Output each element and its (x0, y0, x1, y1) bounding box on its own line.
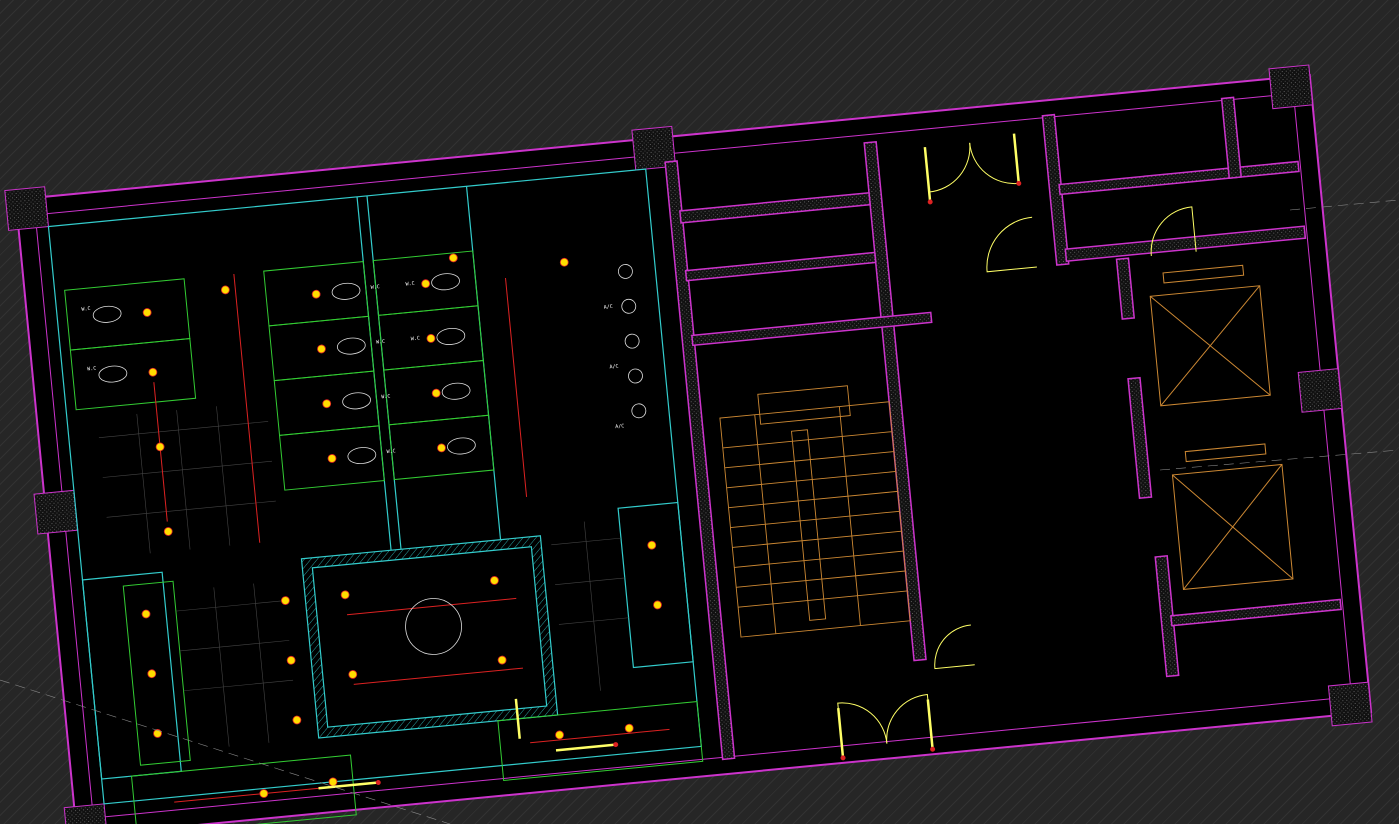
fixture-tag: W.C (405, 281, 415, 288)
column (33, 489, 79, 535)
fixture-tag: W.C (376, 339, 386, 346)
column (63, 803, 109, 824)
column (1297, 368, 1343, 413)
fixture-tag: W.C (386, 448, 396, 455)
fixture-tag: W.C (371, 284, 381, 291)
fixture-tag: W.C (381, 394, 391, 401)
column (4, 186, 50, 231)
panel-tag: A/C (604, 304, 614, 311)
column (1268, 64, 1314, 110)
column (1327, 681, 1373, 727)
fixture-tag: W.C (411, 335, 421, 342)
fixture-tag: W.C (81, 306, 91, 313)
floor-plan-drawing[interactable]: W.C W.C W.C W.C W.C W.C W.C W.C A/C A/C … (0, 0, 1399, 824)
panel-tag: A/C (615, 423, 625, 430)
fixture-tag: W.C (87, 366, 97, 373)
building: W.C W.C W.C W.C W.C W.C W.C W.C A/C A/C … (4, 64, 1373, 824)
panel-tag: A/C (609, 364, 619, 371)
